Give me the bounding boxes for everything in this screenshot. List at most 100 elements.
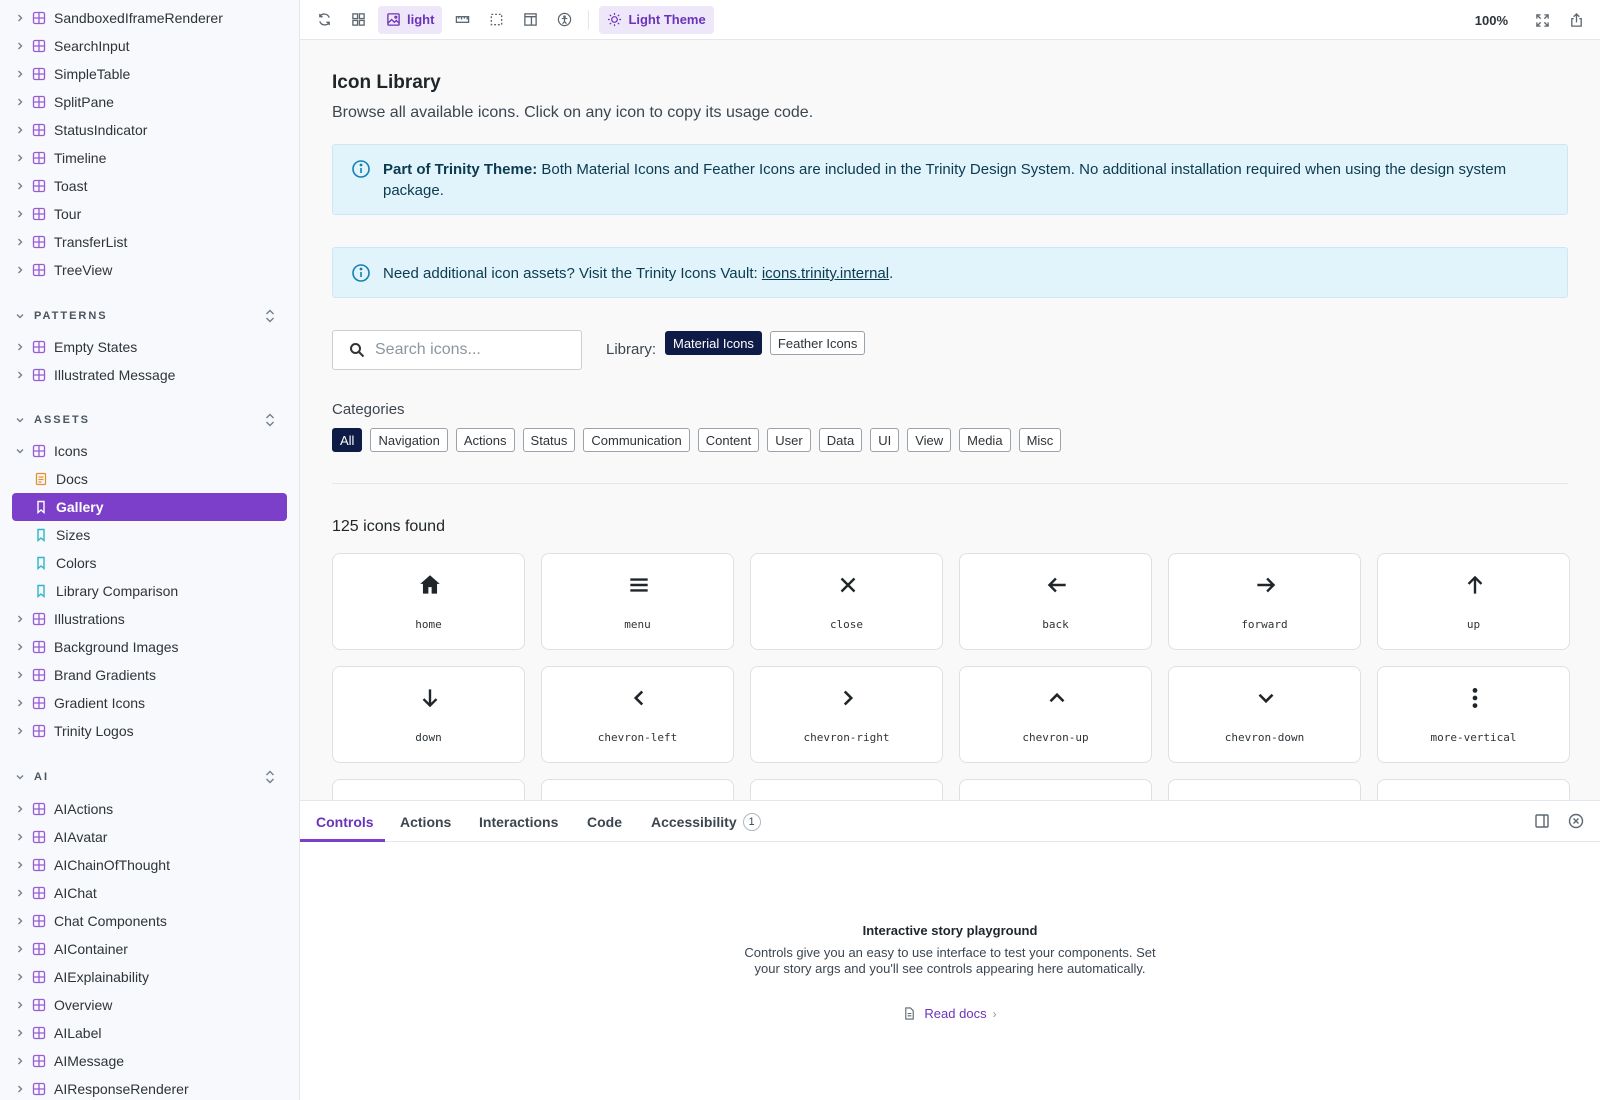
section-toggle-button[interactable]: [261, 767, 279, 787]
tree-toggle[interactable]: [12, 661, 28, 689]
icon-card-up[interactable]: up: [1377, 553, 1570, 650]
background-button[interactable]: light: [378, 5, 443, 34]
icon-card-chevron-down[interactable]: chevron-down: [1168, 666, 1361, 763]
library-chip-feather-icons[interactable]: Feather Icons: [769, 331, 866, 355]
category-chip-user[interactable]: User: [767, 428, 811, 452]
tree-toggle[interactable]: [12, 88, 28, 116]
category-chip-media[interactable]: Media: [959, 428, 1011, 452]
sidebar-item-docs[interactable]: Docs: [12, 465, 287, 493]
category-chip-misc[interactable]: Misc: [1018, 428, 1062, 452]
reload-button[interactable]: [310, 6, 338, 34]
tree-toggle[interactable]: [12, 228, 28, 256]
sidebar-item-aicontainer[interactable]: AIContainer: [12, 935, 287, 963]
icon-card[interactable]: [541, 779, 734, 800]
sidebar-item-timeline[interactable]: Timeline: [12, 144, 287, 172]
tree-toggle[interactable]: [12, 200, 28, 228]
icon-card-chevron-right[interactable]: chevron-right: [750, 666, 943, 763]
category-chip-navigation[interactable]: Navigation: [370, 428, 448, 452]
library-chip-material-icons[interactable]: Material Icons: [665, 331, 762, 355]
close-panel-icon[interactable]: [1568, 813, 1584, 829]
tree-toggle[interactable]: [12, 963, 28, 991]
icon-card-chevron-up[interactable]: chevron-up: [959, 666, 1152, 763]
section-ai[interactable]: AI: [12, 765, 287, 789]
sidebar-item-aimessage[interactable]: AIMessage: [12, 1047, 287, 1075]
tree-toggle[interactable]: [12, 116, 28, 144]
sidebar-item-background-images[interactable]: Background Images: [12, 633, 287, 661]
category-chip-ui[interactable]: UI: [870, 428, 900, 452]
sidebar-item-aiactions[interactable]: AIActions: [12, 795, 287, 823]
tree-toggle[interactable]: [12, 851, 28, 879]
accessibility-button[interactable]: [550, 6, 578, 34]
tree-toggle[interactable]: [12, 907, 28, 935]
tree-toggle[interactable]: [12, 879, 28, 907]
tree-toggle[interactable]: [12, 32, 28, 60]
sidebar-item-simpletable[interactable]: SimpleTable: [12, 60, 287, 88]
tab-actions[interactable]: Actions: [400, 801, 451, 842]
grid-button[interactable]: [344, 6, 372, 34]
icon-card[interactable]: [332, 779, 525, 800]
sidebar-item-aiexplainability[interactable]: AIExplainability: [12, 963, 287, 991]
outline-button[interactable]: [482, 6, 510, 34]
viewport-button[interactable]: [516, 6, 544, 34]
tree-toggle[interactable]: [12, 1047, 28, 1075]
section-toggle-button[interactable]: [261, 306, 279, 326]
sidebar-item-statusindicator[interactable]: StatusIndicator: [12, 116, 287, 144]
tab-controls[interactable]: Controls: [316, 801, 374, 842]
tab-accessibility[interactable]: Accessibility 1: [651, 801, 761, 842]
tree-toggle[interactable]: [12, 717, 28, 745]
sidebar-item-transferlist[interactable]: TransferList: [12, 228, 287, 256]
tree-toggle[interactable]: [12, 333, 28, 361]
tab-code[interactable]: Code: [587, 801, 622, 842]
sidebar-item-gallery[interactable]: Gallery: [12, 493, 287, 521]
tree-toggle[interactable]: [12, 256, 28, 284]
icon-card-close[interactable]: close: [750, 553, 943, 650]
search-input[interactable]: [375, 341, 565, 359]
tree-toggle[interactable]: [12, 935, 28, 963]
icon-card-menu[interactable]: menu: [541, 553, 734, 650]
measure-button[interactable]: [448, 6, 476, 34]
category-chip-content[interactable]: Content: [697, 428, 760, 452]
tree-toggle[interactable]: [12, 361, 28, 389]
sidebar-item-brand-gradients[interactable]: Brand Gradients: [12, 661, 287, 689]
sidebar-item-chat-components[interactable]: Chat Components: [12, 907, 287, 935]
tree-toggle[interactable]: [12, 4, 28, 32]
tree-toggle[interactable]: [12, 689, 28, 717]
tree-toggle[interactable]: [12, 991, 28, 1019]
category-chip-view[interactable]: View: [907, 428, 952, 452]
sidebar-item-aiavatar[interactable]: AIAvatar: [12, 823, 287, 851]
sidebar-item-sandboxediframerenderer[interactable]: SandboxedIframeRenderer: [12, 4, 287, 32]
panel-layout-icon[interactable]: [1534, 813, 1550, 829]
sidebar-item-illustrations[interactable]: Illustrations: [12, 605, 287, 633]
tree-toggle[interactable]: [12, 144, 28, 172]
sidebar-item-splitpane[interactable]: SplitPane: [12, 88, 287, 116]
theme-button[interactable]: Light Theme: [599, 5, 714, 34]
icon-card-home[interactable]: home: [332, 553, 525, 650]
tree-toggle[interactable]: [12, 795, 28, 823]
category-chip-communication[interactable]: Communication: [583, 428, 690, 452]
tab-interactions[interactable]: Interactions: [479, 801, 558, 842]
sidebar-item-tour[interactable]: Tour: [12, 200, 287, 228]
tree-toggle[interactable]: [12, 823, 28, 851]
sidebar-item-library-comparison[interactable]: Library Comparison: [12, 577, 287, 605]
icon-card[interactable]: [1377, 779, 1570, 800]
sidebar-item-colors[interactable]: Colors: [12, 549, 287, 577]
category-chip-data[interactable]: Data: [818, 428, 863, 452]
section-toggle-button[interactable]: [261, 410, 279, 430]
icon-card[interactable]: [1168, 779, 1361, 800]
sidebar-item-empty-states[interactable]: Empty States: [12, 333, 287, 361]
sidebar-item-illustrated-message[interactable]: Illustrated Message: [12, 361, 287, 389]
sidebar-item-airesponserenderer[interactable]: AIResponseRenderer: [12, 1075, 287, 1100]
tree-toggle[interactable]: [12, 1075, 28, 1100]
category-chip-all[interactable]: All: [332, 428, 363, 452]
sidebar-item-gradient-icons[interactable]: Gradient Icons: [12, 689, 287, 717]
icon-card[interactable]: [750, 779, 943, 800]
category-chip-status[interactable]: Status: [522, 428, 576, 452]
sidebar-item-treeview[interactable]: TreeView: [12, 256, 287, 284]
tree-toggle[interactable]: [12, 1019, 28, 1047]
sidebar-item-trinity-logos[interactable]: Trinity Logos: [12, 717, 287, 745]
icon-card[interactable]: [959, 779, 1152, 800]
sidebar-item-overview[interactable]: Overview: [12, 991, 287, 1019]
icon-card-back[interactable]: back: [959, 553, 1152, 650]
section-patterns[interactable]: PATTERNS: [12, 304, 287, 328]
tree-toggle[interactable]: [12, 605, 28, 633]
